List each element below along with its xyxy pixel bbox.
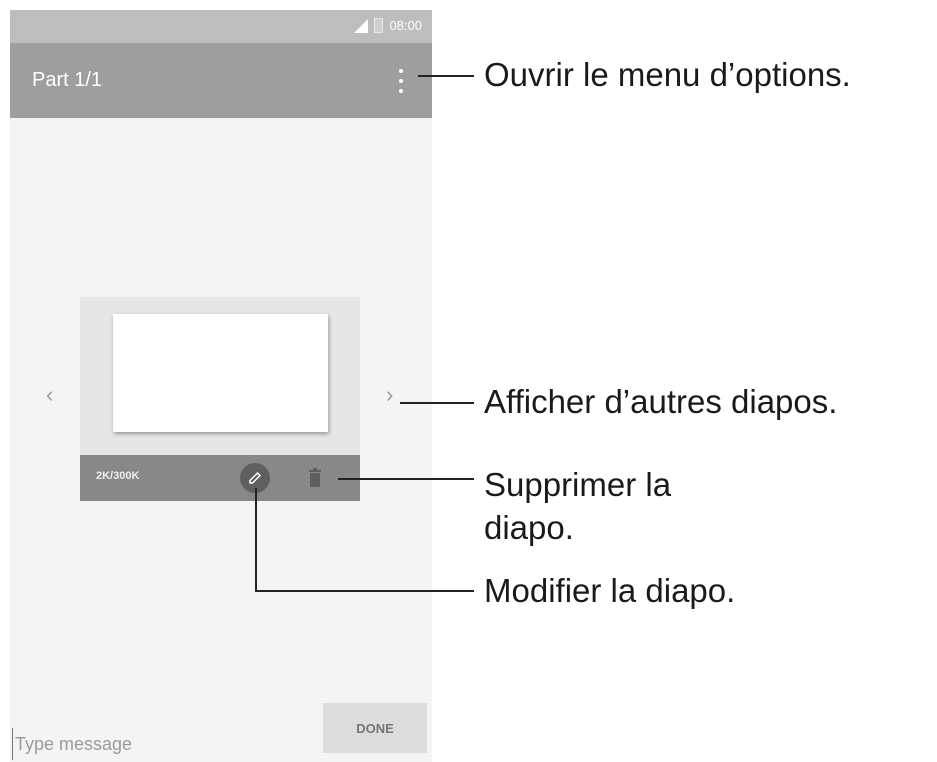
done-button[interactable]: DONE — [323, 703, 427, 753]
callout-line-slides — [400, 402, 474, 404]
callout-line-menu — [418, 75, 474, 77]
slide-canvas[interactable] — [113, 314, 328, 432]
chevron-left-icon[interactable]: ‹ — [46, 384, 53, 406]
callout-delete-line1: Supprimer la — [484, 466, 672, 503]
callout-slides: Afficher d’autres diapos. — [484, 383, 838, 420]
delete-slide-button[interactable] — [307, 467, 323, 489]
phone-screen: 08:00 Part 1/1 ‹ › 2K/300K Type message … — [10, 10, 432, 762]
trash-icon — [309, 468, 321, 487]
slide-toolbar: 2K/300K — [80, 455, 360, 501]
edit-icon — [249, 471, 262, 484]
chevron-right-icon[interactable]: › — [386, 384, 393, 406]
page-title: Part 1/1 — [32, 69, 103, 91]
slide-preview — [80, 297, 360, 455]
callout-line-edit-horizontal — [255, 590, 474, 592]
battery-icon — [374, 18, 384, 33]
callout-line-delete — [338, 478, 474, 480]
page: 08:00 Part 1/1 ‹ › 2K/300K Type message … — [0, 0, 937, 762]
status-bar: 08:00 — [10, 10, 432, 43]
overflow-menu-icon[interactable] — [398, 69, 404, 93]
callout-line-edit-vertical — [255, 488, 257, 592]
slide-size-label: 2K/300K — [96, 470, 140, 482]
status-time: 08:00 — [389, 18, 422, 33]
status-icons: 08:00 — [354, 18, 422, 33]
message-input[interactable] — [12, 728, 317, 760]
callout-menu: Ouvrir le menu d’options. — [484, 56, 851, 93]
signal-icon — [354, 18, 369, 33]
callout-delete-line2: diapo. — [484, 509, 574, 546]
app-bar: Part 1/1 — [10, 43, 432, 118]
callout-edit: Modifier la diapo. — [484, 572, 736, 609]
